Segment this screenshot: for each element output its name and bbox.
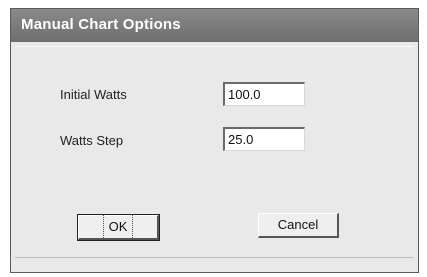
dialog-title: Manual Chart Options	[21, 16, 181, 33]
cancel-button-label: Cancel	[277, 217, 319, 232]
ok-button[interactable]: OK	[77, 214, 160, 241]
cancel-button[interactable]: Cancel	[258, 213, 339, 238]
initial-watts-input[interactable]: 100.0	[223, 82, 305, 106]
initial-watts-label: Initial Watts	[60, 87, 127, 102]
ok-button-label: OK	[102, 214, 134, 240]
watts-step-input[interactable]: 25.0	[223, 127, 305, 151]
watts-step-label: Watts Step	[60, 133, 124, 148]
title-bar[interactable]: Manual Chart Options	[11, 9, 418, 42]
dialog-body: Initial Watts 100.0 Watts Step 25.0 OK C…	[15, 46, 414, 268]
manual-chart-options-dialog: Manual Chart Options Initial Watts 100.0…	[10, 8, 419, 273]
bottom-divider	[15, 257, 414, 258]
